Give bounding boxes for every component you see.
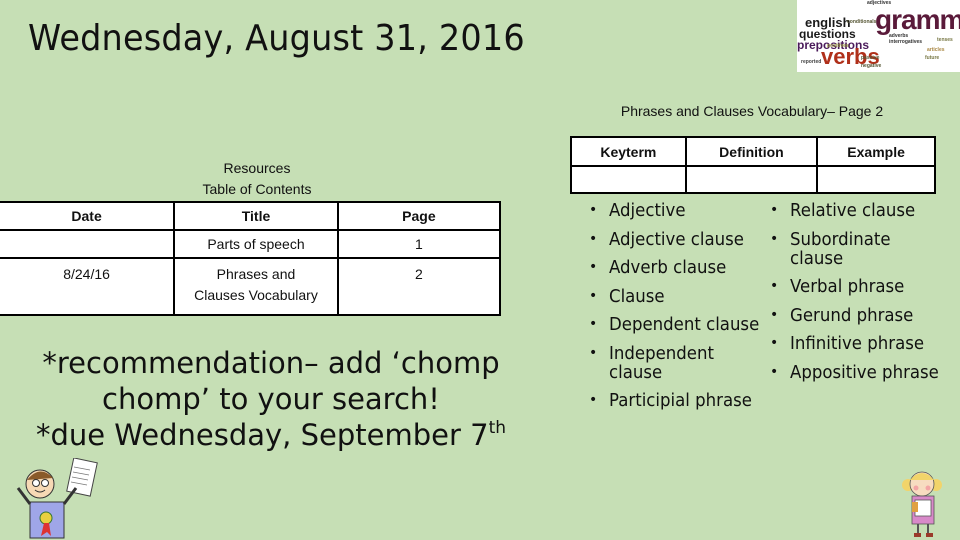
header-keyterm: Keyterm [570,136,687,167]
header-definition: Definition [684,136,819,167]
date-cell: 8/24/16 [0,257,176,316]
header-example: Example [816,136,936,167]
list-item: Appositive phrase [768,363,960,382]
vocab-header-row: Keyterm Definition Example [570,136,936,167]
list-item: Subordinate clause [768,230,960,268]
word-passive: passive [861,55,880,61]
boy-with-paper-and-ribbon-clipart [16,458,98,539]
word-reported: reported [801,59,822,65]
word-negative: negative [861,63,882,69]
slide-title: Wednesday, August 31, 2016 [28,18,525,59]
header-page: Page [336,201,502,231]
page-cell: 2 [336,257,502,316]
list-item: Adjective [587,201,787,220]
toc-caption-title: Table of Contents [202,181,312,197]
list-item: Infinitive phrase [768,334,960,353]
header-title: Title [173,201,339,231]
header-date: Date [0,201,176,231]
list-item: Verbal phrase [768,277,960,296]
list-item: Clause [587,287,787,306]
definition-cell [684,165,819,194]
list-item: Participial phrase [587,391,787,410]
toc-header-row: Date Title Page [0,201,502,231]
table-row: Parts of speech 1 [0,229,502,259]
word-grammar: grammar [875,4,960,35]
note-line-1: *recommendation– add ‘chomp [42,346,500,380]
note-line-3: *due Wednesday, September 7th [0,417,542,453]
word-interrogatives: interrogatives [889,39,923,45]
word-adjectives: adjectives [867,0,892,6]
list-item: Adverb clause [587,258,787,277]
page-cell: 1 [336,229,502,259]
toc-caption-resources: Resources [223,160,291,176]
date-cell [0,229,176,259]
word-tenses: tenses [937,37,953,43]
word-articles: articles [927,47,945,53]
example-cell [816,165,936,194]
list-item: Dependent clause [587,315,787,334]
due-date-text: *due Wednesday, September 7 [35,418,489,452]
list-item: Independent clause [587,344,739,382]
vocab-empty-row [570,165,936,194]
title-cell: Phrases and Clauses Vocabulary [173,257,339,316]
recommendation-note: *recommendation– add ‘chomp chomp’ to yo… [0,345,542,453]
due-date-suffix: th [488,418,507,438]
table-row: 8/24/16 Phrases and Clauses Vocabulary 2 [0,257,502,316]
note-line-2: chomp’ to your search! [102,382,440,416]
list-item: Adjective clause [587,230,787,249]
list-item: Gerund phrase [768,306,960,325]
title-cell: Parts of speech [173,229,339,259]
keyterm-cell [570,165,687,194]
vocab-table: Keyterm Definition Example [570,136,936,194]
list-item: Relative clause [768,201,960,220]
toc-table: Date Title Page Parts of speech 1 8/24/1… [0,201,502,316]
terms-list-left: Adjective Adjective clause Adverb clause… [587,201,787,420]
girl-holding-book-clipart [902,471,942,537]
word-positives: positives [827,43,849,49]
toc-caption: Resources Table of Contents [170,158,344,200]
vocab-caption: Phrases and Clauses Vocabulary– Page 2 [620,103,884,119]
grammar-word-cloud-image: grammar english questions prepositions v… [797,0,960,72]
word-future: future [925,55,940,61]
terms-list-right: Relative clause Subordinate clause Verba… [768,201,960,391]
word-conditionals: conditionals [847,19,877,25]
